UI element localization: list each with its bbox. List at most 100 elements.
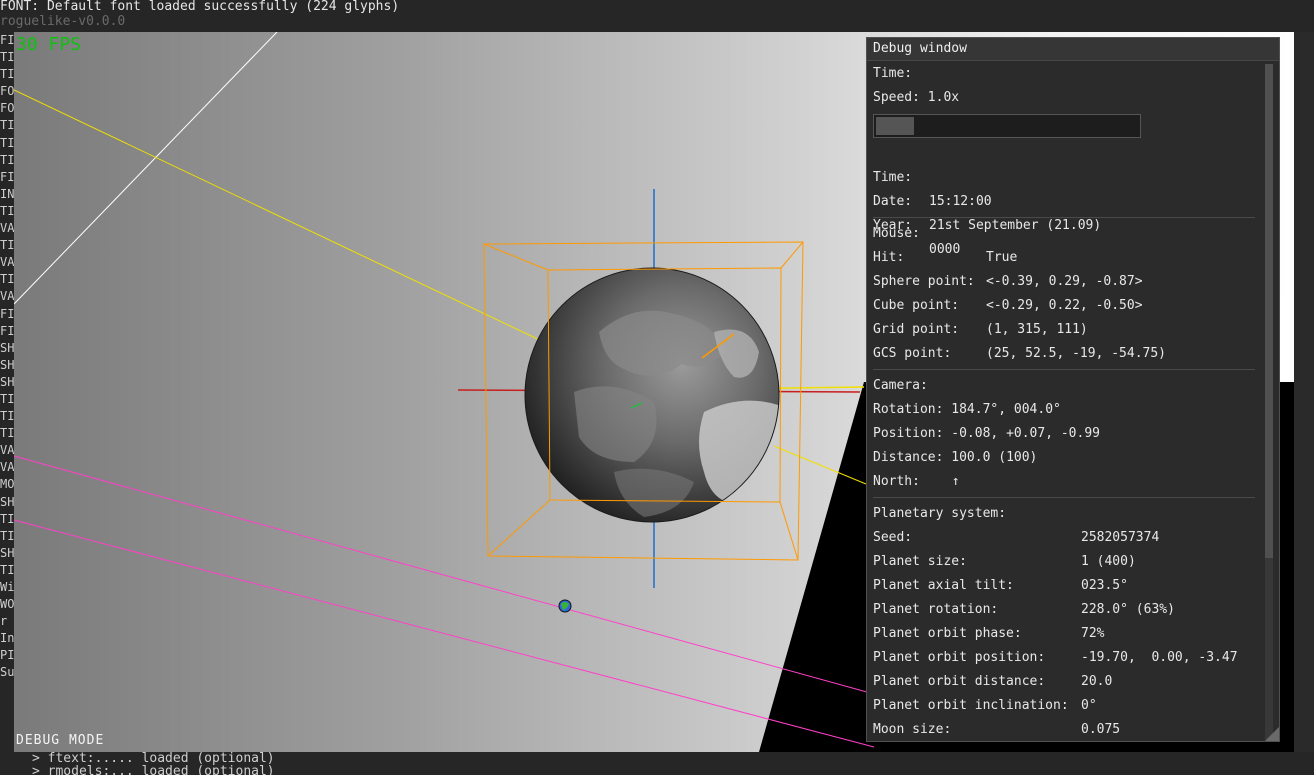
planet-row: Moon size: 0.075 <box>873 718 1257 742</box>
console-line: FI <box>0 323 14 338</box>
console-line: Su <box>0 665 14 680</box>
console-line: TI <box>0 152 14 167</box>
mouse-row: Hit: True <box>873 246 1257 270</box>
camera-label: Position: <box>873 426 944 441</box>
pink-line <box>14 519 875 748</box>
scrollbar-thumb[interactable] <box>1265 64 1273 558</box>
planet-value: -19.70, 0.00, -3.47 <box>1081 650 1238 665</box>
console-line: FO <box>0 101 14 116</box>
console-line: TI <box>0 67 14 82</box>
debug-window-title[interactable]: Debug window <box>867 38 1279 61</box>
mouse-value: <-0.39, 0.29, -0.87> <box>986 274 1143 289</box>
console-line-version: roguelike-v0.0.0 <box>0 14 126 29</box>
mouse-row: Cube point: <-0.29, 0.22, -0.50> <box>873 294 1257 318</box>
planet-value: 72% <box>1081 626 1105 641</box>
console-line: TI <box>0 511 14 526</box>
console-line: VA <box>0 255 14 270</box>
debug-window[interactable]: Debug window Time: Speed: 1.0x Time: 15:… <box>866 37 1280 742</box>
mouse-row: Grid point: (1, 315, 111) <box>873 318 1257 342</box>
console-line: TI <box>0 528 14 543</box>
white-line <box>14 32 278 305</box>
planet-label: Planet orbit position: <box>873 650 1046 665</box>
planet-value: 0.075 <box>1081 722 1121 737</box>
planet-row: Planet orbit position: -19.70, 0.00, -3.4… <box>873 646 1257 670</box>
console-line: IN <box>0 186 14 201</box>
planet-label: Planet orbit inclination: <box>873 698 1069 713</box>
console-line: FI <box>0 33 14 47</box>
camera-value: 100.0 (100) <box>951 450 1038 465</box>
console-line: SH <box>0 494 14 509</box>
camera-value: 184.7°, 004.0° <box>951 402 1061 417</box>
planet-value: 20.0 <box>1081 674 1113 689</box>
planet-label: Moon size: <box>873 722 952 737</box>
date-row: Date: 21st September (21.09) <box>873 166 1257 233</box>
year-row: Year: 0000 <box>873 190 1257 257</box>
console-line: SH <box>0 357 14 372</box>
debug-window-scrollbar[interactable] <box>1265 64 1273 740</box>
planetary-section-header: Planetary system: <box>873 506 1007 521</box>
speed-slider[interactable] <box>873 114 1141 138</box>
mouse-label: Sphere point: <box>873 274 975 289</box>
planet-value: 023.5° <box>1081 578 1128 593</box>
console-output-bottom: > ftext:..... loaded (optional) > rmodel… <box>0 752 1314 775</box>
console-line: TI <box>0 391 14 406</box>
planet-label: Planet orbit distance: <box>873 674 1046 689</box>
console-line: In <box>0 631 14 646</box>
camera-value: -0.08, +0.07, -0.99 <box>951 426 1100 441</box>
mouse-label: Hit: <box>873 250 905 265</box>
camera-label: Distance: <box>873 450 944 465</box>
planet-label: Planet orbit phase: <box>873 626 1022 641</box>
planet-label: Planet rotation: <box>873 602 999 617</box>
mouse-row: Sphere point: <-0.39, 0.29, -0.87> <box>873 270 1257 294</box>
camera-label: North: <box>873 474 920 489</box>
planet-row: Seed: 2582057374 <box>873 526 1257 550</box>
planet-value: 2582057374 <box>1081 530 1160 545</box>
console-line: Wi <box>0 580 14 594</box>
console-line: VA <box>0 221 14 236</box>
mouse-label: Cube point: <box>873 298 960 313</box>
fps-counter: 30 FPS <box>16 34 82 55</box>
console-line: PI <box>0 648 14 663</box>
planet-row: Planet rotation: 228.0° (63%) <box>873 598 1257 622</box>
mouse-value: True <box>986 250 1018 265</box>
console-line: TI <box>0 50 14 65</box>
console-line: TI <box>0 562 14 577</box>
planet-value: 0° <box>1081 698 1097 713</box>
camera-row: Rotation: 184.7°, 004.0° <box>873 398 1257 422</box>
planet-row: Planet orbit phase: 72% <box>873 622 1257 646</box>
camera-row: North: ↑ <box>873 470 1257 494</box>
speed-slider-handle[interactable] <box>876 117 914 135</box>
console-output-left: FI TI TI FO FO TI TI TI FI IN TI VA TI VA TI VA FI FI SH SH… <box>0 32 14 752</box>
planet-row: Planet orbit distance: 20.0 <box>873 670 1257 694</box>
planet-row: Planet axial tilt: 023.5° <box>873 574 1257 598</box>
console-line: FI <box>0 169 14 184</box>
camera-row: Position: -0.08, +0.07, -0.99 <box>873 422 1257 446</box>
console-line: TI <box>0 238 14 253</box>
planet-label: Planet size: <box>873 554 967 569</box>
separator <box>873 369 1255 370</box>
console-line: FO <box>0 84 14 99</box>
console-line: VA <box>0 289 14 304</box>
planet-row: Planet orbit inclination: 0° <box>873 694 1257 718</box>
camera-value: ↑ <box>951 474 960 489</box>
debug-mode-label: DEBUG MODE <box>16 733 105 748</box>
debug-window-content: Time: Speed: 1.0x Time: 15:12:00 Date: 2… <box>873 62 1257 742</box>
planet-row: Planet size: 1 (400) <box>873 550 1257 574</box>
camera-section-header: Camera: <box>873 378 928 393</box>
time-section-header: Time: <box>873 66 913 81</box>
console-line: SH <box>0 340 14 355</box>
yellow-line <box>14 89 549 345</box>
mouse-label: GCS point: <box>873 346 952 361</box>
speed-label: Speed: 1.0x <box>873 90 960 105</box>
console-line: FI <box>0 306 14 321</box>
planet-label: Seed: <box>873 530 913 545</box>
console-line: WO <box>0 597 14 612</box>
resize-grip[interactable] <box>1265 727 1279 741</box>
console-line: TI <box>0 426 14 441</box>
globe-marker-icon <box>558 599 572 613</box>
console-line: VA <box>0 443 14 458</box>
console-line: TI <box>0 118 14 133</box>
planet-value: 1 (400) <box>1081 554 1136 569</box>
mouse-label: Grid point: <box>873 322 960 337</box>
console-line: TI <box>0 272 14 287</box>
